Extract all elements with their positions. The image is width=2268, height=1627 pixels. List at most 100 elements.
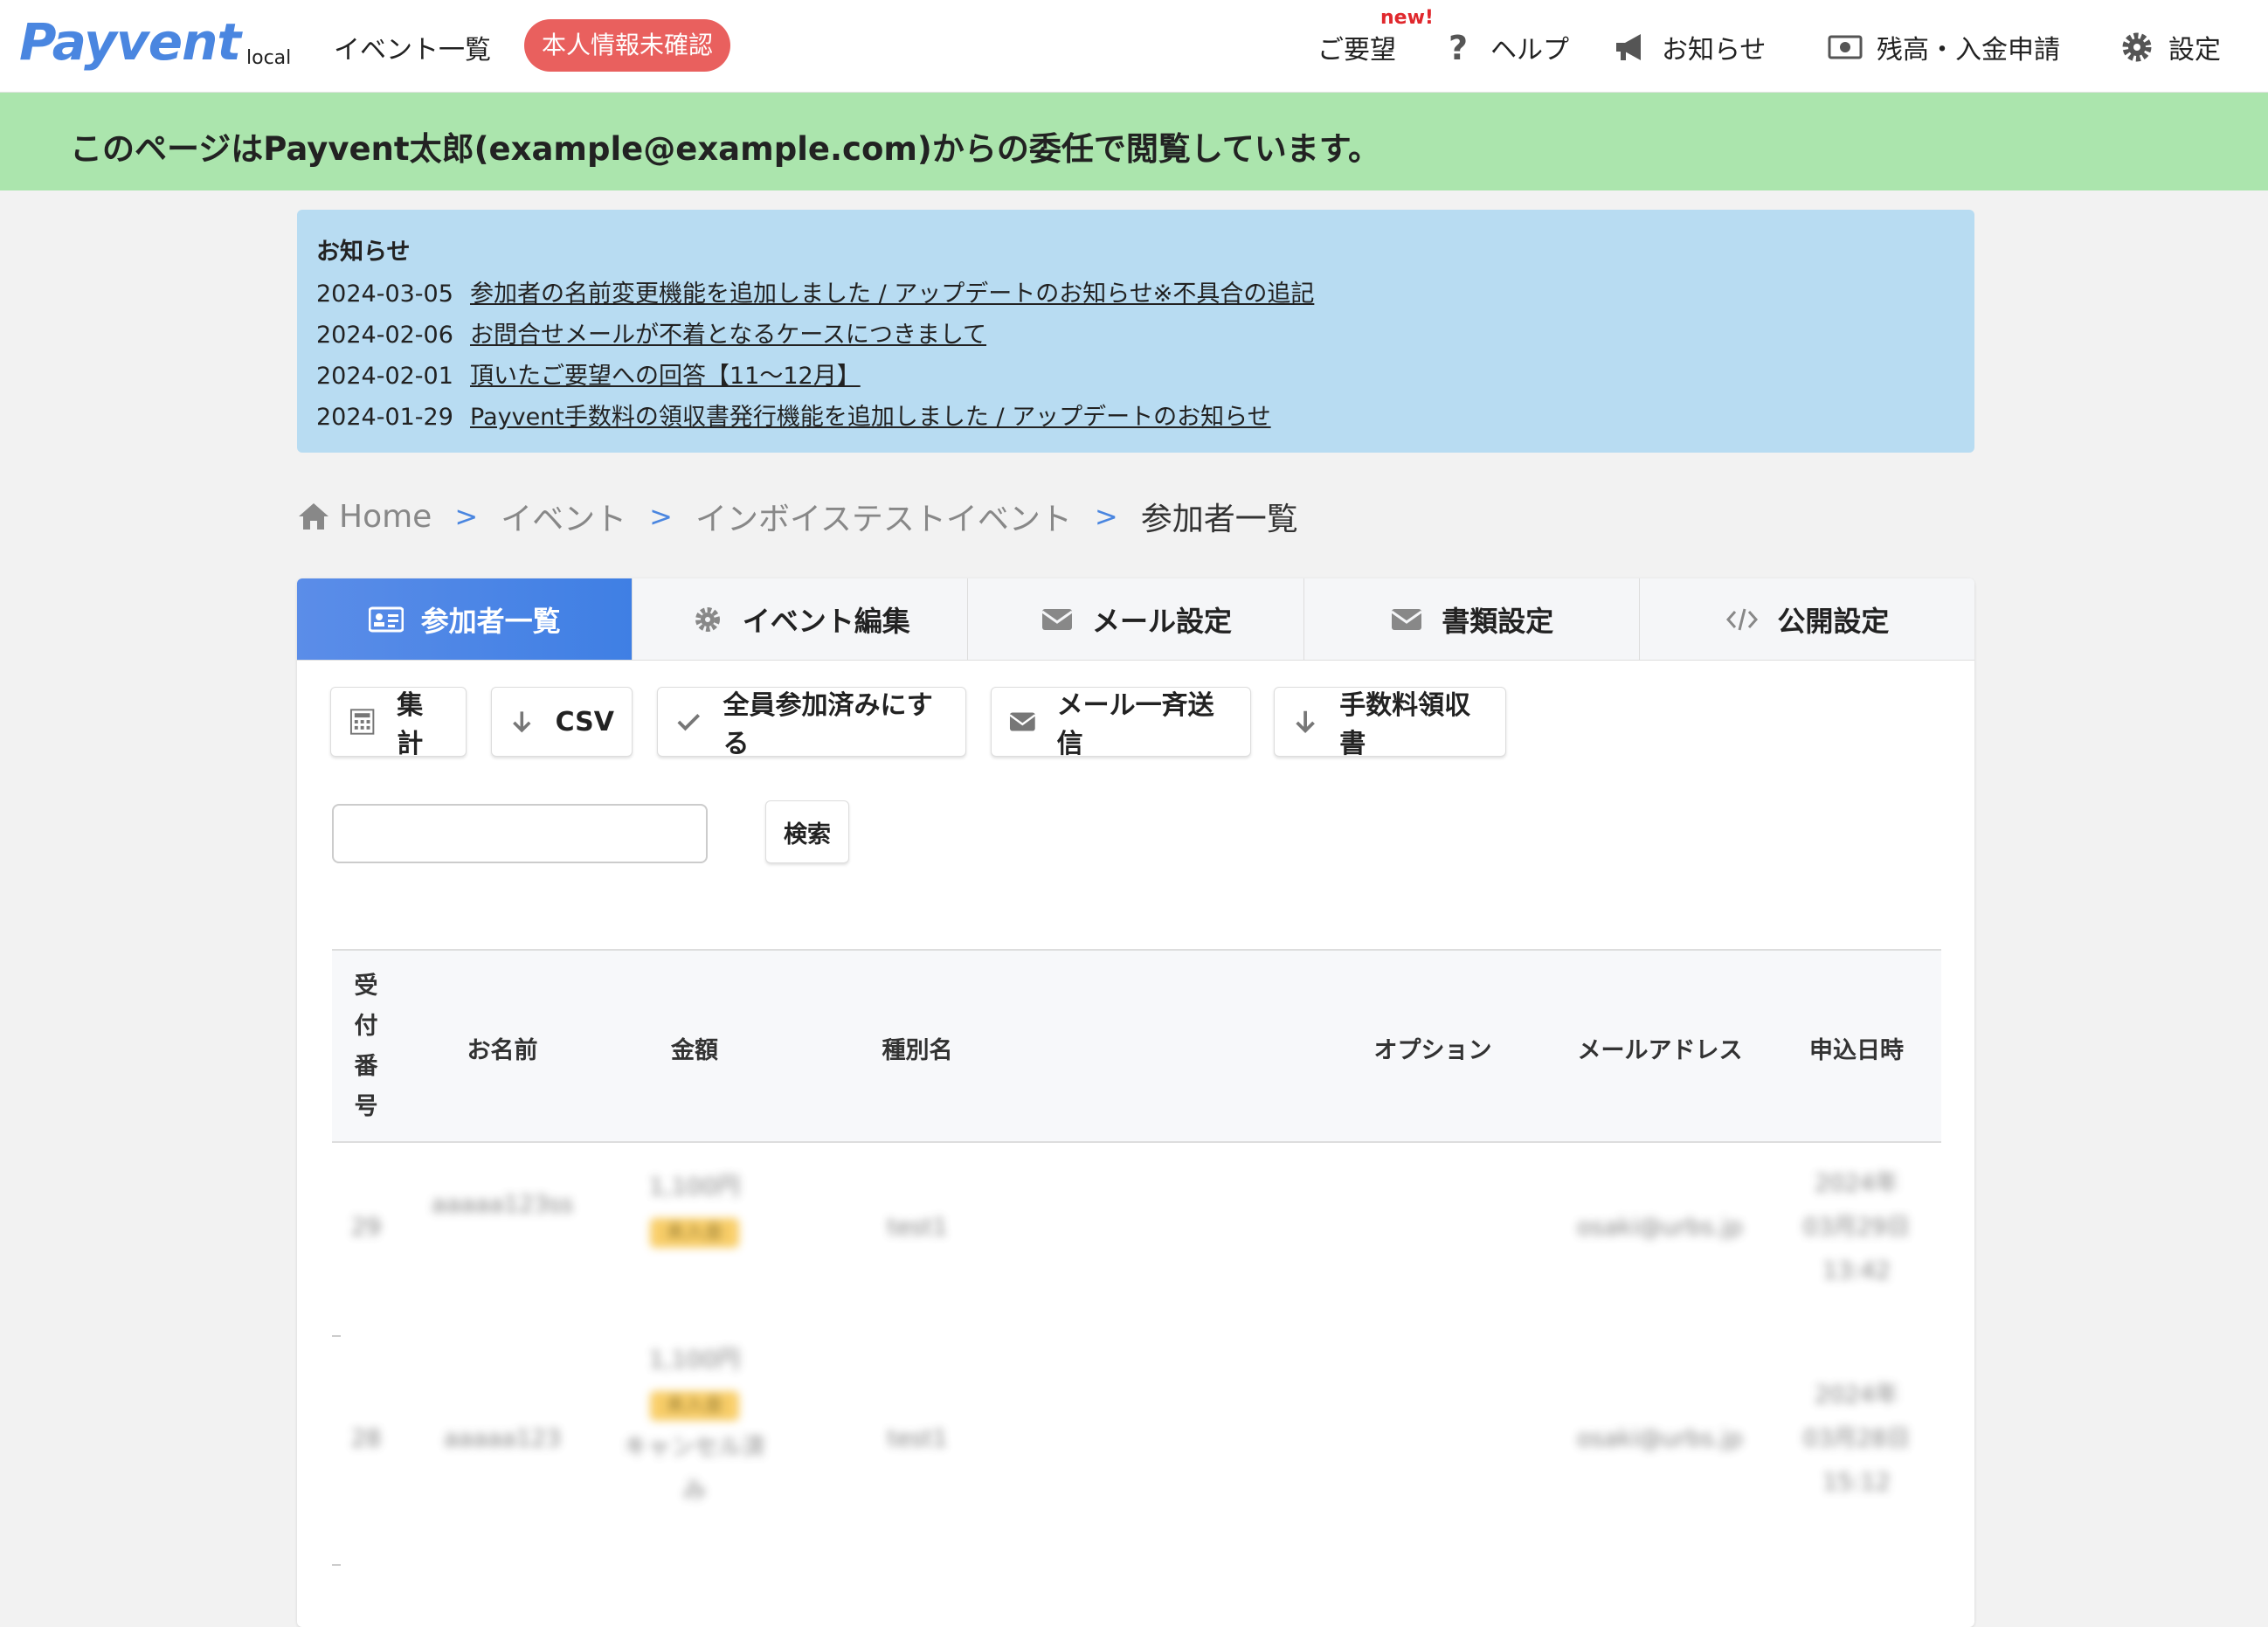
row-payment-status: 未入金 [649, 1218, 739, 1248]
payvent-logo[interactable]: Payvent [19, 12, 241, 72]
col-receipt-no-char: 番 [354, 1053, 378, 1080]
breadcrumb-event[interactable]: インボイステストイベント [695, 494, 1072, 539]
notice-link[interactable]: 頂いたご要望への回答【11〜12月】 [470, 363, 861, 390]
svg-text:?: ? [1449, 30, 1468, 65]
row-divider [332, 1335, 341, 1337]
csv-button[interactable]: CSV [491, 687, 633, 757]
col-email[interactable]: メールアドレス [1555, 951, 1765, 1145]
tab-mail-settings[interactable]: メール設定 [968, 578, 1304, 660]
identity-unverified-badge[interactable]: 本人情報未確認 [524, 19, 731, 72]
mark-all-attended-button[interactable]: 全員参加済みにする [657, 687, 966, 759]
notice-item: 2024-02-06 お問合せメールが不着となるケースにつきまして [316, 315, 986, 350]
breadcrumb-home[interactable]: Home [339, 499, 432, 535]
notice-date: 2024-01-29 [316, 404, 453, 431]
fee-receipt-button[interactable]: 手数料領収書 [1274, 687, 1506, 759]
row-cancel-status: キャンセル済 [624, 1434, 765, 1461]
row-ticket-type: test1 [887, 1425, 948, 1452]
notice-link[interactable]: お問合せメールが不着となるケースにつきまして [470, 322, 986, 349]
row-receipt-no: 28 [350, 1425, 382, 1452]
bulk-mail-label: メール一斉送信 [1056, 690, 1214, 759]
row-divider [332, 1564, 341, 1566]
col-receipt-no[interactable]: 受 付 番 号 [332, 966, 400, 1127]
environment-label: local [246, 47, 292, 69]
row-payment-status: 未入金 [649, 1391, 739, 1421]
col-ticket-type[interactable]: 種別名 [786, 951, 1048, 1145]
row-applied-at: 2024年 03月28日 15:12 [1782, 1374, 1931, 1505]
arrow-down-icon [513, 711, 531, 733]
row-name: aaaaa123 [443, 1425, 562, 1452]
question-icon: ? [1449, 30, 1468, 65]
nav-balance-link[interactable]: 残高・入金申請 [1828, 28, 2060, 66]
code-icon [1726, 608, 1759, 630]
row-amount: 1,100円 未入金 キャンセル済 み [612, 1339, 778, 1513]
tab-participants[interactable]: 参加者一覧 [297, 578, 633, 660]
event-card: 参加者一覧 イベント編集 メール設定 書類設定 公開設定 集計 CSV 全員参加… [297, 578, 1974, 1627]
id-card-icon [368, 606, 404, 632]
row-amount-value: 1,100円 [648, 1174, 741, 1201]
row-email: osaki@urbs.jp [1577, 1425, 1743, 1452]
col-amount[interactable]: 金額 [612, 951, 778, 1145]
row-applied-at: 2024年 03月29日 13:42 [1782, 1162, 1931, 1293]
row-ticket-type: test1 [887, 1214, 948, 1241]
nav-settings-link[interactable]: 設定 [2119, 28, 2221, 66]
row-date-year: 2024年 [1815, 1381, 1898, 1409]
notices-title: お知らせ [316, 239, 411, 266]
col-option[interactable]: オプション [1345, 951, 1520, 1145]
calculator-icon [349, 709, 375, 735]
nav-help-link[interactable]: ? ヘルプ [1442, 28, 1569, 66]
row-date-time: 13:42 [1822, 1257, 1891, 1284]
chevron-right-icon: > [1094, 500, 1118, 533]
summary-button[interactable]: 集計 [330, 687, 467, 759]
bulk-mail-button[interactable]: メール一斉送信 [991, 687, 1251, 759]
event-tabs: 参加者一覧 イベント編集 メール設定 書類設定 公開設定 [297, 578, 1974, 661]
notice-link[interactable]: 参加者の名前変更機能を追加しました / アップデートのお知らせ※不具合の追記 [470, 280, 1314, 308]
search-button-label: 検索 [784, 820, 831, 848]
row-email: osaki@urbs.jp [1577, 1214, 1743, 1241]
participants-table-header: 受 付 番 号 お名前 金額 種別名 オプション メールアドレス 申込日時 [332, 949, 1941, 1143]
mark-all-attended-label: 全員参加済みにする [723, 690, 933, 759]
top-header: Payvent local イベント一覧 本人情報未確認 new! ご要望 ? … [0, 0, 2268, 93]
row-date-day: 03月28日 [1802, 1425, 1911, 1452]
gear-icon [2122, 32, 2152, 62]
envelope-icon [1009, 712, 1036, 731]
row-date-day: 03月29日 [1802, 1214, 1911, 1241]
col-receipt-no-char: 号 [354, 1093, 378, 1120]
tab-publish-settings-label: 公開設定 [1777, 604, 1890, 638]
tab-mail-settings-label: メール設定 [1092, 604, 1233, 638]
row-amount: 1,100円 未入金 [612, 1166, 778, 1253]
col-applied-at[interactable]: 申込日時 [1782, 951, 1931, 1145]
notice-date: 2024-02-06 [316, 322, 453, 349]
delegation-message: このページはPayvent太郎(example@example.com)からの委… [70, 130, 1381, 168]
tab-publish-settings[interactable]: 公開設定 [1639, 578, 1974, 660]
nav-request-label: ご要望 [1317, 35, 1396, 66]
nav-event-list-link[interactable]: イベント一覧 [334, 28, 491, 66]
envelope-icon [1391, 608, 1423, 630]
fee-receipt-label: 手数料領収書 [1339, 690, 1471, 759]
row-amount-value: 1,100円 [648, 1347, 741, 1374]
nav-help-label: ヘルプ [1490, 35, 1569, 66]
nav-news-link[interactable]: お知らせ [1613, 28, 1766, 66]
row-receipt-no: 29 [350, 1214, 382, 1241]
search-button[interactable]: 検索 [765, 800, 849, 863]
tab-event-edit-label: イベント編集 [742, 604, 910, 638]
row-date-time: 15:12 [1822, 1469, 1891, 1496]
arrow-down-icon [1296, 710, 1315, 734]
banknote-icon [1828, 35, 1863, 59]
col-receipt-no-char: 付 [354, 1013, 378, 1040]
notice-date: 2024-02-01 [316, 363, 453, 390]
breadcrumb: Home > イベント > インボイステストイベント > 参加者一覧 [297, 495, 1298, 538]
col-name[interactable]: お名前 [402, 951, 603, 1145]
tab-document-settings[interactable]: 書類設定 [1303, 578, 1640, 660]
tab-event-edit[interactable]: イベント編集 [633, 578, 969, 660]
notice-link[interactable]: Payvent手数料の領収書発行機能を追加しました / アップデートのお知らせ [470, 404, 1271, 431]
nav-request-link[interactable]: ご要望 [1317, 28, 1396, 66]
breadcrumb-events[interactable]: イベント [501, 494, 626, 539]
search-input[interactable] [332, 804, 708, 863]
nav-settings-label: 設定 [2168, 35, 2221, 66]
gear-icon [695, 606, 720, 632]
chevron-right-icon: > [649, 500, 673, 533]
tab-document-settings-label: 書類設定 [1442, 604, 1554, 638]
check-icon [677, 714, 701, 731]
breadcrumb-current: 参加者一覧 [1140, 502, 1298, 537]
nav-balance-label: 残高・入金申請 [1877, 35, 2060, 66]
